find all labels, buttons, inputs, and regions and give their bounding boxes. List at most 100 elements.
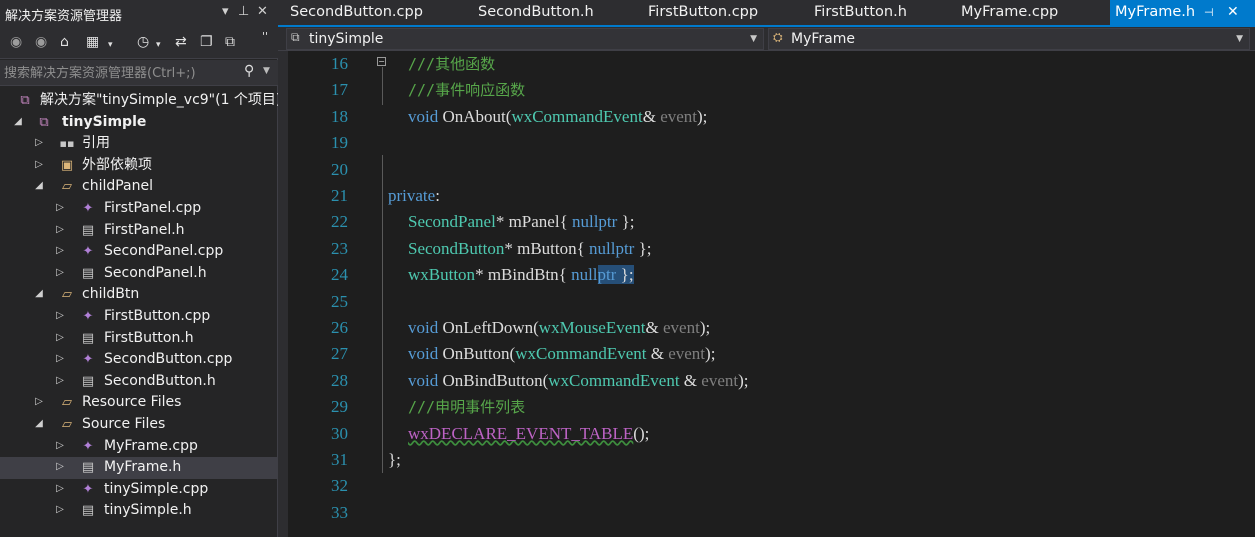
pin-tab-icon[interactable]: ⊣: [1204, 0, 1214, 25]
code-token: wxMouseEvent: [538, 318, 646, 337]
code-line[interactable]: ///其他函数: [408, 51, 495, 77]
tree-item-label: 引用: [82, 135, 110, 152]
code-line[interactable]: wxDECLARE_EVENT_TABLE();: [408, 421, 649, 447]
tree-item-file-firstpanel-h[interactable]: ▷ ▤ FirstPanel.h: [0, 220, 278, 242]
folder-icon: ▱: [62, 395, 72, 411]
line-number: 24: [331, 265, 348, 285]
switch-views-dropdown-icon[interactable]: ▾: [108, 37, 113, 53]
code-token: :: [435, 186, 440, 205]
code-line[interactable]: SecondPanel* mPanel{ nullptr };: [408, 209, 634, 235]
code-line[interactable]: void OnLeftDown(wxMouseEvent& event);: [408, 315, 710, 341]
code-token: &: [679, 370, 702, 390]
tree-item-label: tinySimple.cpp: [104, 480, 209, 497]
close-tab-icon[interactable]: ✕: [1227, 0, 1239, 25]
search-input[interactable]: [4, 63, 234, 83]
collapsed-arrow-icon[interactable]: ▷: [54, 245, 66, 256]
tree-item-file-firstbutton-h[interactable]: ▷ ▤ FirstButton.h: [0, 328, 278, 350]
expanded-arrow-icon[interactable]: ◢: [33, 418, 45, 429]
code-token: );: [699, 318, 711, 337]
tab-secondbutton-h[interactable]: SecondButton.h: [478, 0, 594, 25]
expanded-arrow-icon[interactable]: ◢: [12, 116, 24, 127]
tree-item-file-myframe-cpp[interactable]: ▷ ✦ MyFrame.cpp: [0, 436, 278, 458]
show-all-files-icon[interactable]: ⧉: [225, 34, 235, 50]
collapsed-arrow-icon[interactable]: ▷: [54, 202, 66, 213]
collapse-all-icon[interactable]: ❐: [200, 34, 213, 50]
project-scope-dropdown[interactable]: ⧉ tinySimple ▼: [286, 28, 764, 50]
tree-item-label: 解决方案"tinySimple_vc9"(1 个项目): [40, 92, 282, 108]
tree-item-file-myframe-h[interactable]: ▷ ▤ MyFrame.h: [0, 457, 278, 479]
switch-views-icon[interactable]: ▦: [86, 34, 99, 50]
class-scope-dropdown[interactable]: ⛭ MyFrame ▼: [768, 28, 1250, 50]
collapsed-arrow-icon[interactable]: ▷: [54, 353, 66, 364]
code-line[interactable]: SecondButton* mButton{ nullptr };: [408, 236, 652, 262]
tree-item-folder-resource-files[interactable]: ▷ ▱ Resource Files: [0, 392, 278, 414]
more-options-icon[interactable]: '': [262, 29, 268, 45]
tree-item-file-firstbutton-cpp[interactable]: ▷ ✦ FirstButton.cpp: [0, 306, 278, 328]
expanded-arrow-icon[interactable]: ◢: [33, 288, 45, 299]
search-icon[interactable]: ⚲: [244, 63, 254, 79]
code-line[interactable]: private:: [388, 183, 440, 209]
collapsed-arrow-icon[interactable]: ▷: [54, 267, 66, 278]
tab-firstbutton-cpp[interactable]: FirstButton.cpp: [648, 0, 758, 25]
code-token: SecondButton: [408, 238, 505, 258]
collapse-region-icon[interactable]: −: [377, 57, 386, 66]
expanded-arrow-icon[interactable]: ◢: [33, 180, 45, 191]
code-line[interactable]: };: [388, 447, 401, 473]
home-icon[interactable]: ⌂: [60, 34, 69, 50]
search-options-dropdown-icon[interactable]: ▼: [263, 66, 270, 76]
line-number: 20: [331, 159, 348, 179]
collapsed-arrow-icon[interactable]: ▷: [54, 375, 66, 386]
tree-item-file-secondpanel-h[interactable]: ▷ ▤ SecondPanel.h: [0, 263, 278, 285]
filter-dropdown-icon[interactable]: ▾: [156, 37, 161, 53]
collapsed-arrow-icon[interactable]: ▷: [54, 440, 66, 451]
code-token: };: [617, 212, 635, 232]
close-icon[interactable]: ✕: [257, 4, 268, 19]
pin-icon[interactable]: ⊥: [238, 4, 249, 19]
tree-item-file-firstpanel-cpp[interactable]: ▷ ✦ FirstPanel.cpp: [0, 198, 278, 220]
project-icon: ⧉: [291, 30, 300, 44]
line-number: 21: [331, 186, 348, 205]
tree-item-references[interactable]: ▷ ▪▪ 引用: [0, 133, 278, 155]
code-line[interactable]: ///事件响应函数: [408, 77, 525, 103]
sync-with-active-document-icon[interactable]: ⇄: [175, 34, 187, 50]
collapsed-arrow-icon[interactable]: ▷: [54, 332, 66, 343]
collapsed-arrow-icon[interactable]: ▷: [54, 310, 66, 321]
code-editor[interactable]: − 16///其他函数 17///事件响应函数 18 void OnAbout(wxC…: [278, 51, 1255, 537]
tab-secondbutton-cpp[interactable]: SecondButton.cpp: [290, 0, 423, 25]
collapsed-arrow-icon[interactable]: ▷: [54, 461, 66, 472]
collapsed-arrow-icon[interactable]: ▷: [33, 396, 45, 407]
code-token: event: [660, 106, 698, 126]
back-icon[interactable]: ◉: [10, 34, 22, 50]
tab-myframe-cpp[interactable]: MyFrame.cpp: [961, 0, 1058, 25]
tab-firstbutton-h[interactable]: FirstButton.h: [814, 0, 907, 25]
tree-item-project-tinysimple[interactable]: ◢ ⧉ tinySimple: [0, 112, 278, 134]
tree-item-external-deps[interactable]: ▷ ▣ 外部依赖项: [0, 155, 278, 177]
collapsed-arrow-icon[interactable]: ▷: [54, 504, 66, 515]
collapsed-arrow-icon[interactable]: ▷: [54, 224, 66, 235]
code-line[interactable]: void OnAbout(wxCommandEvent& event);: [408, 104, 707, 130]
code-line[interactable]: void OnButton(wxCommandEvent & event);: [408, 341, 715, 367]
pending-changes-filter-icon[interactable]: ◷: [137, 34, 149, 50]
solution-explorer-search[interactable]: ⚲ ▼: [0, 60, 278, 86]
code-line[interactable]: void OnBindButton(wxCommandEvent & event…: [408, 368, 749, 394]
tree-item-label: tinySimple: [62, 113, 147, 130]
code-line[interactable]: ///申明事件列表: [408, 394, 525, 420]
tree-item-file-secondpanel-cpp[interactable]: ▷ ✦ SecondPanel.cpp: [0, 241, 278, 263]
tree-item-folder-childpanel[interactable]: ◢ ▱ childPanel: [0, 176, 278, 198]
tree-item-file-tinysimple-h[interactable]: ▷ ▤ tinySimple.h: [0, 500, 278, 522]
chevron-down-icon: ▼: [1236, 34, 1243, 44]
tree-item-folder-childbtn[interactable]: ◢ ▱ childBtn: [0, 284, 278, 306]
code-token: * mButton{: [504, 238, 590, 258]
code-line[interactable]: wxButton* mBindBtn{ nullptr };: [408, 262, 634, 288]
tree-item-solution[interactable]: ⧉ 解决方案"tinySimple_vc9"(1 个项目): [0, 90, 282, 112]
tab-myframe-h[interactable]: MyFrame.h ⊣ ✕: [1110, 0, 1255, 25]
tree-item-file-secondbutton-cpp[interactable]: ▷ ✦ SecondButton.cpp: [0, 349, 278, 371]
collapsed-arrow-icon[interactable]: ▷: [33, 137, 45, 148]
tree-item-file-secondbutton-h[interactable]: ▷ ▤ SecondButton.h: [0, 371, 278, 393]
collapsed-arrow-icon[interactable]: ▷: [54, 483, 66, 494]
tree-item-file-tinysimple-cpp[interactable]: ▷ ✦ tinySimple.cpp: [0, 479, 278, 501]
window-position-dropdown-icon[interactable]: ▾: [222, 4, 229, 19]
forward-icon[interactable]: ◉: [35, 34, 47, 50]
tree-item-folder-source-files[interactable]: ◢ ▱ Source Files: [0, 414, 278, 436]
collapsed-arrow-icon[interactable]: ▷: [33, 159, 45, 170]
